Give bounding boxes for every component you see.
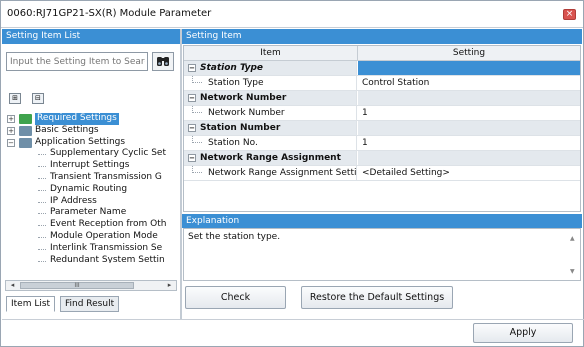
explanation-scrollbar[interactable]: ▲ ▼: [570, 233, 578, 277]
setting-cell: [358, 121, 580, 135]
explanation-text: Set the station type.: [188, 232, 281, 242]
tree-item-label: Interlink Transmission Se: [50, 242, 163, 253]
collapse-all-icon[interactable]: ⊟: [31, 93, 44, 104]
tree-item-label: Basic Settings: [35, 124, 99, 135]
tree-item-interrupt-settings[interactable]: Interrupt Settings: [5, 160, 177, 172]
tree-item-label: Dynamic Routing: [50, 183, 128, 194]
setting-grid: Item Setting − Station Type Station Type …: [183, 45, 581, 212]
scroll-left-icon[interactable]: ◂: [7, 281, 18, 290]
collapse-toggle-icon[interactable]: −: [188, 124, 196, 132]
tree-item-required-settings[interactable]: + Required Settings: [5, 113, 177, 125]
check-button[interactable]: Check: [185, 286, 286, 309]
expand-toggle-icon[interactable]: +: [7, 126, 15, 135]
scroll-thumb[interactable]: III: [20, 282, 134, 289]
group-row-network-range[interactable]: − Network Range Assignment: [184, 151, 580, 166]
scroll-right-icon[interactable]: ▸: [164, 281, 175, 290]
tree-item-label: Application Settings: [35, 136, 126, 147]
apply-button[interactable]: Apply: [473, 323, 573, 343]
tree-horizontal-scrollbar[interactable]: ◂ III ▸: [5, 280, 177, 291]
column-header-item: Item: [184, 46, 358, 61]
setting-value-station-no[interactable]: 1: [358, 136, 580, 150]
item-label: Network Number: [208, 108, 285, 118]
tab-item-list[interactable]: Item List: [6, 296, 56, 312]
window-title: 0060:RJ71GP21-SX(R) Module Parameter: [7, 8, 212, 19]
setting-cell: [358, 61, 580, 75]
folder-icon: [19, 137, 32, 148]
tree-item-label: Parameter Name: [50, 207, 127, 218]
footer-divider: [2, 319, 584, 320]
scroll-down-icon[interactable]: ▼: [570, 268, 575, 275]
item-row-station-type[interactable]: Station Type Control Station: [184, 76, 580, 91]
panel-splitter[interactable]: [180, 29, 182, 319]
title-bar: 0060:RJ71GP21-SX(R) Module Parameter ×: [1, 1, 583, 28]
collapse-toggle-icon[interactable]: −: [188, 94, 196, 102]
tree-item-event-reception[interactable]: Event Reception from Oth: [5, 219, 177, 231]
collapse-toggle-icon[interactable]: −: [188, 154, 196, 162]
collapse-toggle-icon[interactable]: −: [188, 64, 196, 72]
group-row-station-number[interactable]: − Station Number: [184, 121, 580, 136]
tab-find-result[interactable]: Find Result: [60, 296, 120, 312]
group-row-station-type[interactable]: − Station Type: [184, 61, 580, 76]
collapse-toggle-icon[interactable]: −: [7, 138, 15, 147]
column-header-setting: Setting: [452, 48, 486, 58]
module-parameter-window: 0060:RJ71GP21-SX(R) Module Parameter × S…: [0, 0, 584, 347]
setting-value-station-type[interactable]: Control Station: [358, 76, 580, 90]
search-input[interactable]: [6, 52, 148, 71]
setting-value-network-number[interactable]: 1: [358, 106, 580, 120]
tree-item-interlink-transmission[interactable]: Interlink Transmission Se: [5, 243, 177, 255]
group-label: Network Range Assignment: [200, 153, 341, 163]
tree-item-label: Module Operation Mode: [50, 230, 158, 241]
setting-item-header: Setting Item: [182, 29, 582, 44]
scroll-up-icon[interactable]: ▲: [570, 235, 575, 242]
explanation-panel: Set the station type. ▲ ▼: [183, 228, 581, 281]
tree-toolbar: ⊞ ⊟: [9, 93, 52, 105]
restore-defaults-button[interactable]: Restore the Default Settings: [301, 286, 453, 309]
group-label: Station Number: [200, 123, 281, 133]
setting-value-network-range[interactable]: <Detailed Setting>: [358, 166, 580, 180]
group-row-network-number[interactable]: − Network Number: [184, 91, 580, 106]
tree-item-redundant-system[interactable]: Redundant System Settin: [5, 255, 177, 263]
tree-item-transient-transmission[interactable]: Transient Transmission G: [5, 172, 177, 184]
expand-toggle-icon[interactable]: +: [7, 115, 15, 123]
setting-tree: + Required Settings + Basic Settings − A…: [5, 113, 177, 263]
tree-item-label: Transient Transmission G: [50, 171, 162, 182]
tree-item-label: Supplementary Cyclic Set: [50, 148, 166, 159]
binoculars-icon: [157, 56, 169, 66]
tree-item-label: Required Settings: [35, 113, 119, 125]
item-row-network-number[interactable]: Network Number 1: [184, 106, 580, 121]
tree-item-module-operation-mode[interactable]: Module Operation Mode: [5, 231, 177, 243]
item-label: Station Type: [208, 78, 264, 88]
grid-header: Item Setting: [184, 46, 580, 61]
tree-item-basic-settings[interactable]: + Basic Settings: [5, 125, 177, 137]
tree-item-application-settings[interactable]: − Application Settings: [5, 137, 177, 149]
setting-item-list-header: Setting Item List: [2, 29, 180, 44]
item-label: Station No.: [208, 138, 258, 148]
tree-item-label: Event Reception from Oth: [50, 219, 167, 230]
folder-icon: [19, 125, 32, 136]
item-row-station-no[interactable]: Station No. 1: [184, 136, 580, 151]
item-row-network-range-setting[interactable]: Network Range Assignment Setting <Detail…: [184, 166, 580, 181]
tree-item-dynamic-routing[interactable]: Dynamic Routing: [5, 184, 177, 196]
search-button[interactable]: [152, 52, 174, 71]
tree-item-label: Interrupt Settings: [50, 160, 130, 171]
expand-all-icon[interactable]: ⊞: [9, 93, 21, 104]
item-label: Network Range Assignment Setting: [208, 168, 357, 178]
explanation-header: Explanation: [182, 214, 582, 228]
tree-item-label: IP Address: [50, 195, 97, 206]
tree-item-parameter-name[interactable]: Parameter Name: [5, 207, 177, 219]
group-label: Network Number: [200, 93, 287, 103]
tree-item-label: Redundant System Settin: [50, 254, 165, 263]
setting-cell: [358, 151, 580, 165]
tree-item-supplementary-cyclic[interactable]: Supplementary Cyclic Set: [5, 148, 177, 160]
tree-item-ip-address[interactable]: IP Address: [5, 196, 177, 208]
group-label: Station Type: [200, 63, 264, 73]
setting-cell: [358, 91, 580, 105]
close-button[interactable]: ×: [563, 9, 576, 20]
check-folder-icon: [19, 114, 32, 124]
